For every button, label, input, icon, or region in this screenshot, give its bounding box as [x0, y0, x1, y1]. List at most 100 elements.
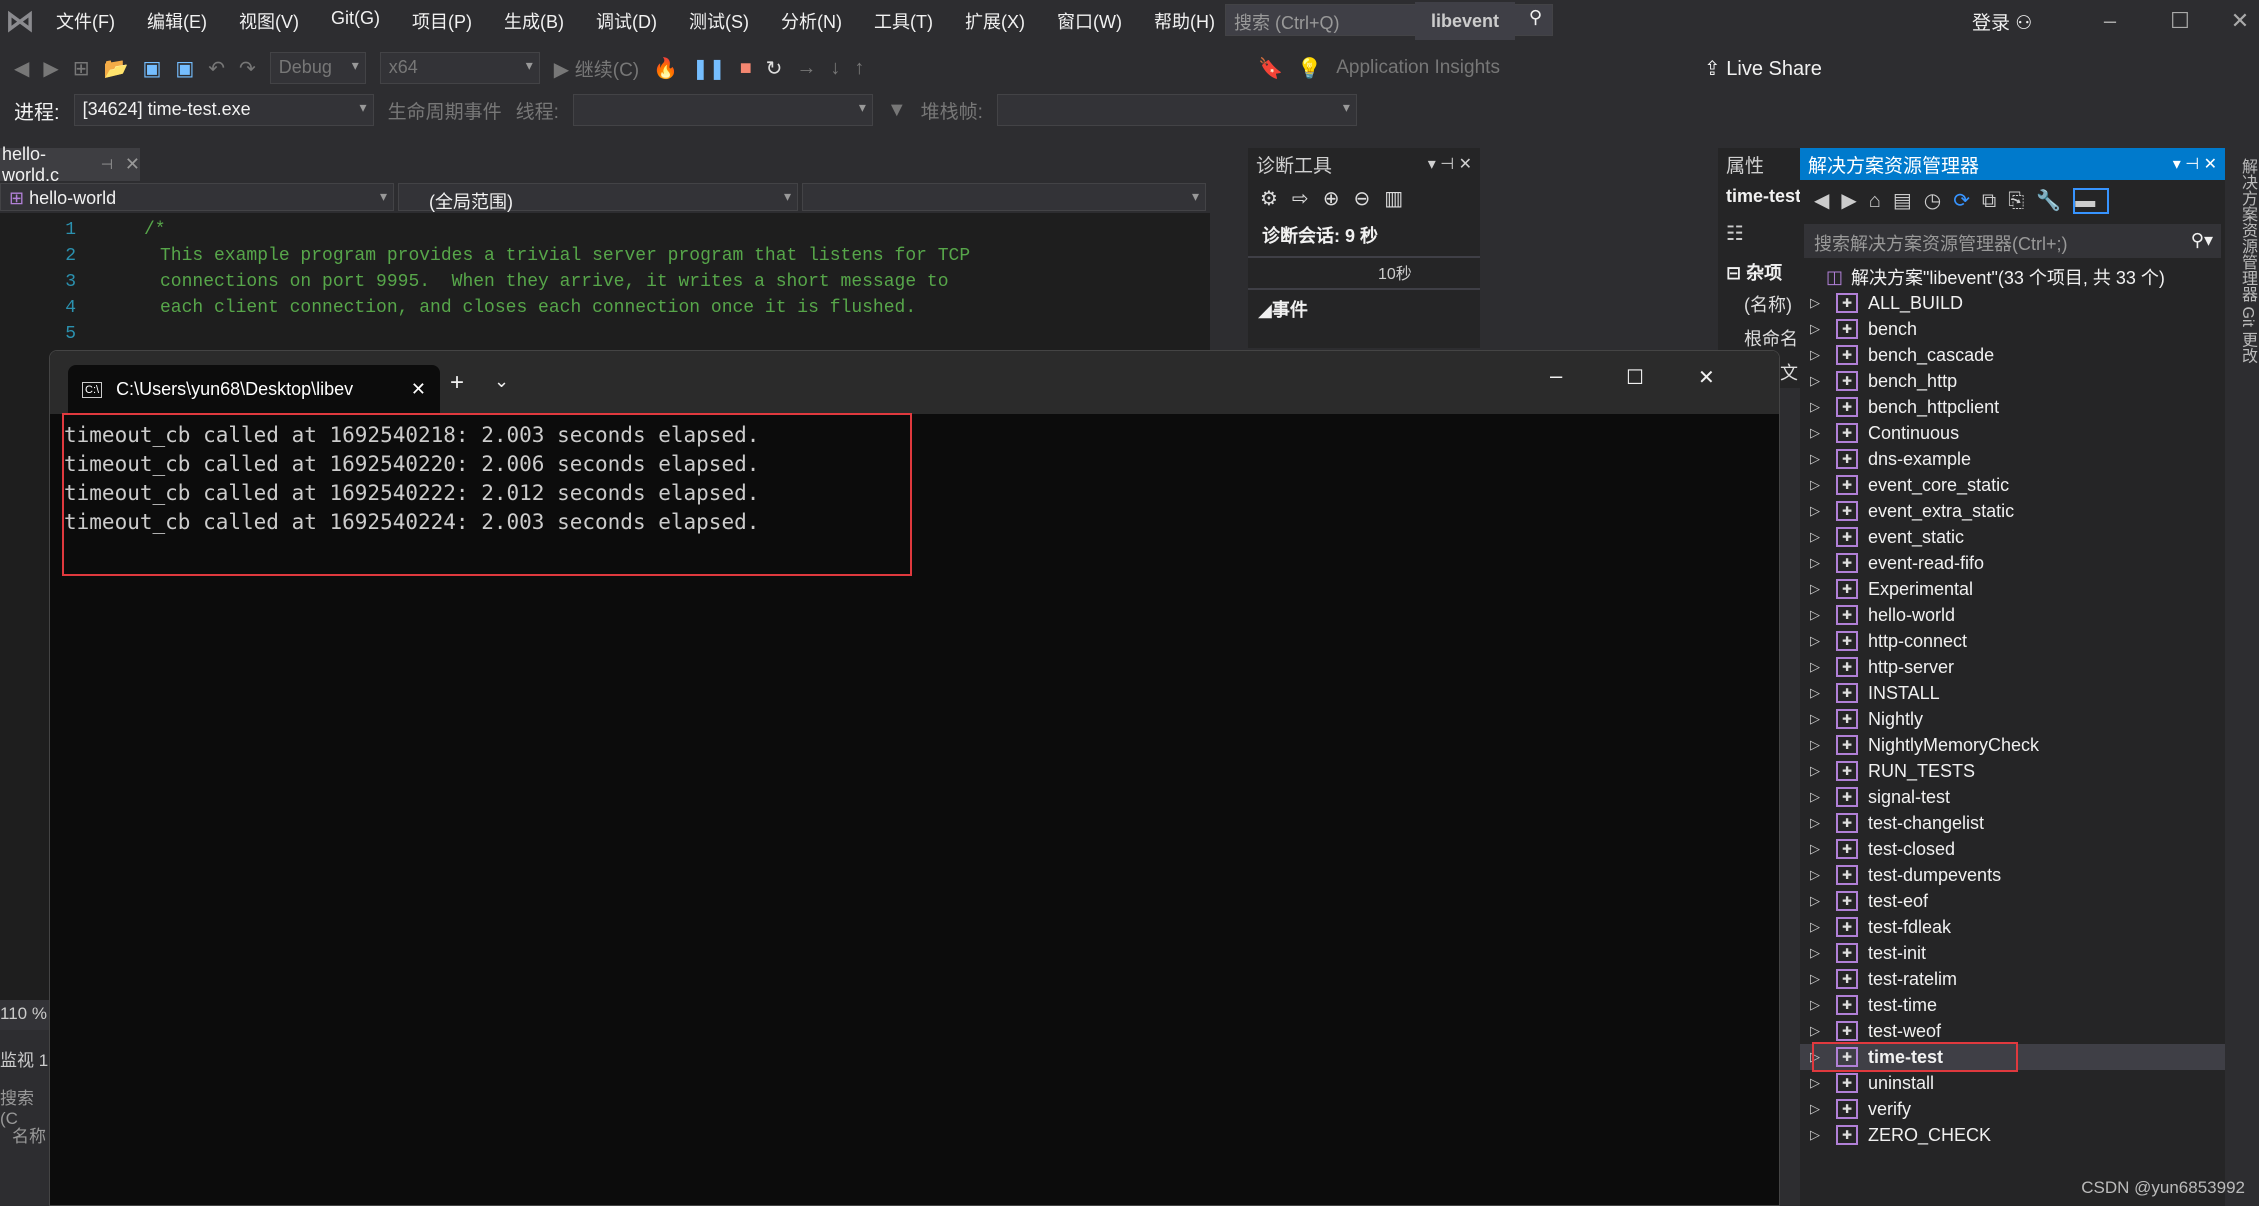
home-icon[interactable]: ⌂ [1869, 190, 1893, 212]
dropdown-button[interactable]: ⌄ [494, 371, 509, 392]
expand-icon[interactable]: ▷ [1800, 659, 1830, 675]
terminal-close-button[interactable]: ✕ [1698, 365, 1715, 390]
tree-item[interactable]: ▷ ✚ test-init [1800, 940, 2225, 966]
tree-item[interactable]: ▷ ✚ bench_httpclient [1800, 394, 2225, 420]
preview-icon[interactable]: ▬ [2073, 188, 2110, 214]
pin-icon[interactable]: ⊣ [101, 156, 113, 173]
properties-object[interactable]: time-test [1718, 180, 1800, 213]
expand-icon[interactable]: ▷ [1800, 893, 1830, 909]
expand-icon[interactable]: ▷ [1800, 581, 1830, 597]
menu-item[interactable]: 帮助(H) [1138, 8, 1231, 34]
zoom-out-icon[interactable]: ⊖ [1353, 188, 1384, 210]
minimize-button[interactable]: – [2080, 0, 2140, 42]
platform-select[interactable]: x64 [379, 52, 540, 84]
menu-item[interactable]: 扩展(X) [949, 8, 1041, 34]
close-tab-icon[interactable]: ✕ [411, 379, 426, 400]
expand-icon[interactable]: ▷ [1800, 633, 1830, 649]
configuration-select[interactable]: Debug [269, 52, 366, 84]
menu-item[interactable]: 工具(T) [858, 8, 949, 34]
lifecycle-events-button[interactable]: 生命周期事件 [388, 97, 502, 124]
live-share-button[interactable]: ⇪ Live Share [1704, 56, 1822, 81]
properties-icon[interactable]: 🔧 [2036, 190, 2073, 212]
hot-reload-icon[interactable]: 🔥 [653, 56, 678, 81]
events-section[interactable]: ◢事件 [1248, 290, 1480, 328]
new-project-icon[interactable]: ⊞ [73, 56, 90, 81]
bookmark-icon[interactable]: 🔖 [1258, 56, 1283, 81]
solution-search-input[interactable]: 搜索解决方案资源管理器(Ctrl+;) ⚲▾ [1804, 224, 2221, 258]
expand-icon[interactable]: ▷ [1800, 685, 1830, 701]
expand-icon[interactable]: ▷ [1800, 737, 1830, 753]
sync-icon[interactable]: ⟳ [1953, 190, 1982, 212]
menu-item[interactable]: 生成(B) [488, 8, 580, 34]
chart-icon[interactable]: ▥ [1384, 188, 1417, 210]
menu-item[interactable]: 编辑(E) [131, 8, 223, 34]
login-button[interactable]: 登录 ⚇ [1972, 8, 2032, 35]
tab-hello-world-c[interactable]: hello-world.c ⊣ ✕ [0, 144, 140, 185]
expand-icon[interactable]: ▷ [1800, 503, 1830, 519]
expand-icon[interactable]: ▷ [1800, 347, 1830, 363]
expand-icon[interactable]: ▷ [1800, 763, 1830, 779]
tree-item[interactable]: ▷ ✚ ZERO_CHECK [1800, 1122, 2225, 1148]
tree-item[interactable]: ▷ ✚ event_extra_static [1800, 498, 2225, 524]
panel-controls[interactable]: ▾ ⊣ ✕ [1428, 154, 1472, 174]
watch-tab[interactable]: 监视 1 [0, 1046, 49, 1076]
expand-icon[interactable]: ▷ [1800, 945, 1830, 961]
show-all-files-icon[interactable]: ⎘ [2008, 190, 2036, 212]
scope-select[interactable]: (全局范围) [398, 183, 798, 212]
step-out-icon[interactable]: ↑ [854, 57, 864, 80]
expand-icon[interactable]: ▷ [1800, 399, 1830, 415]
tree-item[interactable]: ▷ ✚ http-server [1800, 654, 2225, 680]
tree-item[interactable]: ▷ ✚ event-read-fifo [1800, 550, 2225, 576]
zoom-level[interactable]: 110 % [0, 1000, 49, 1030]
tree-item[interactable]: ▷ ✚ signal-test [1800, 784, 2225, 810]
menu-item[interactable]: 调试(D) [580, 8, 673, 34]
tree-item[interactable]: ▷ ✚ test-weof [1800, 1018, 2225, 1044]
terminal-window[interactable]: C:\ C:\Users\yun68\Desktop\libev ✕ + ⌄ – ☐… [49, 350, 1780, 1206]
stop-icon[interactable]: ■ [740, 57, 752, 80]
tree-item[interactable]: ▷ ✚ test-eof [1800, 888, 2225, 914]
tree-item[interactable]: ▷ ✚ Continuous [1800, 420, 2225, 446]
terminal-maximize-button[interactable]: ☐ [1626, 365, 1644, 390]
tree-item[interactable]: ▷ ✚ test-ratelim [1800, 966, 2225, 992]
expand-icon[interactable]: ▷ [1800, 373, 1830, 389]
side-tool-strip[interactable]: 解决方案资源管理器 Git 更改 [2225, 148, 2259, 1206]
tree-item[interactable]: ▷ ✚ NightlyMemoryCheck [1800, 732, 2225, 758]
expand-icon[interactable]: ▷ [1800, 919, 1830, 935]
tree-item[interactable]: ▷ ✚ bench_http [1800, 368, 2225, 394]
undo-icon[interactable]: ↶ [208, 56, 225, 81]
tree-item[interactable]: ▷ ✚ test-changelist [1800, 810, 2225, 836]
tree-item[interactable]: ▷ ✚ dns-example [1800, 446, 2225, 472]
tree-item[interactable]: ▷ ✚ test-dumpevents [1800, 862, 2225, 888]
forward-icon[interactable]: ▶ [43, 56, 58, 81]
property-row[interactable]: (名称) [1718, 287, 1800, 321]
expand-icon[interactable]: ▷ [1800, 425, 1830, 441]
tree-item[interactable]: ▷ ✚ time-test [1800, 1042, 2225, 1072]
redo-icon[interactable]: ↷ [239, 56, 256, 81]
expand-icon[interactable]: ▷ [1800, 529, 1830, 545]
export-icon[interactable]: ⇨ [1292, 188, 1323, 210]
section-misc[interactable]: ⊟ 杂项 [1718, 257, 1800, 287]
tree-item[interactable]: ▷ ✚ uninstall [1800, 1070, 2225, 1096]
save-all-icon[interactable]: ▣ [175, 56, 194, 81]
tree-item[interactable]: ▷ ✚ Nightly [1800, 706, 2225, 732]
expand-icon[interactable]: ▷ [1800, 1127, 1830, 1143]
member-select[interactable] [802, 183, 1206, 211]
menu-item[interactable]: 测试(S) [673, 8, 765, 34]
step-into-icon[interactable]: ↓ [830, 57, 840, 80]
tree-item[interactable]: ▷ ✚ RUN_TESTS [1800, 758, 2225, 784]
expand-icon[interactable]: ▷ [1800, 477, 1830, 493]
tree-item[interactable]: ▷ ✚ test-time [1800, 992, 2225, 1018]
step-over-icon[interactable]: → [796, 57, 816, 80]
new-tab-button[interactable]: + [450, 369, 464, 397]
pause-icon[interactable]: ❚❚ [692, 56, 726, 81]
expand-icon[interactable]: ▷ [1800, 789, 1830, 805]
expand-icon[interactable]: ▷ [1800, 815, 1830, 831]
solution-root[interactable]: ◫ 解决方案"libevent"(33 个项目, 共 33 个) [1826, 264, 2165, 290]
timeline-ruler[interactable]: 10秒 [1248, 256, 1480, 290]
zoom-in-icon[interactable]: ⊕ [1323, 188, 1354, 210]
open-folder-icon[interactable]: 📂 [104, 56, 129, 81]
tree-item[interactable]: ▷ ✚ test-fdleak [1800, 914, 2225, 940]
expand-icon[interactable]: ▷ [1800, 1075, 1830, 1091]
tree-item[interactable]: ▷ ✚ verify [1800, 1096, 2225, 1122]
forward-icon[interactable]: ▶ [1841, 190, 1868, 212]
